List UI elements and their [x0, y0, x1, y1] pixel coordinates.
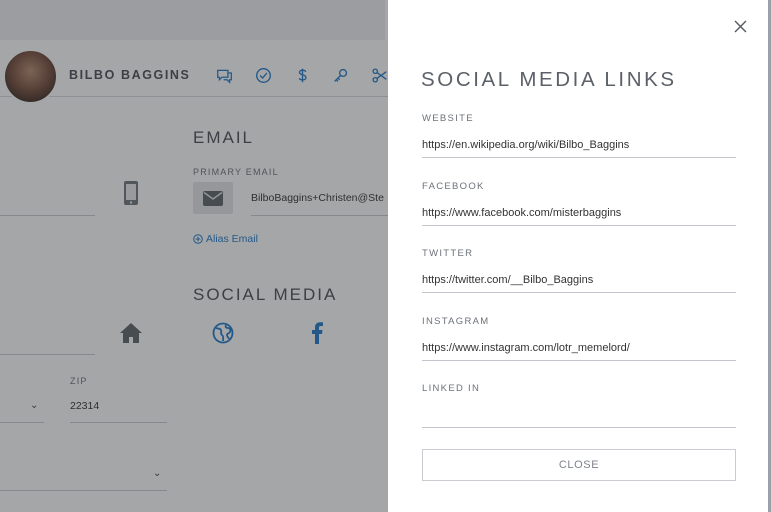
- close-icon[interactable]: [730, 16, 750, 36]
- panel-title: SOCIAL MEDIA LINKS: [421, 68, 677, 91]
- facebook-input[interactable]: [422, 200, 736, 226]
- twitter-label: TWITTER: [422, 248, 474, 259]
- instagram-label: INSTAGRAM: [422, 316, 490, 327]
- linkedin-input[interactable]: [422, 402, 736, 428]
- linkedin-label: LINKED IN: [422, 383, 481, 394]
- twitter-input[interactable]: [422, 267, 736, 293]
- instagram-input[interactable]: [422, 335, 736, 361]
- website-input[interactable]: [422, 132, 736, 158]
- website-label: WEBSITE: [422, 113, 474, 124]
- facebook-label: FACEBOOK: [422, 181, 485, 192]
- close-button[interactable]: CLOSE: [422, 449, 736, 481]
